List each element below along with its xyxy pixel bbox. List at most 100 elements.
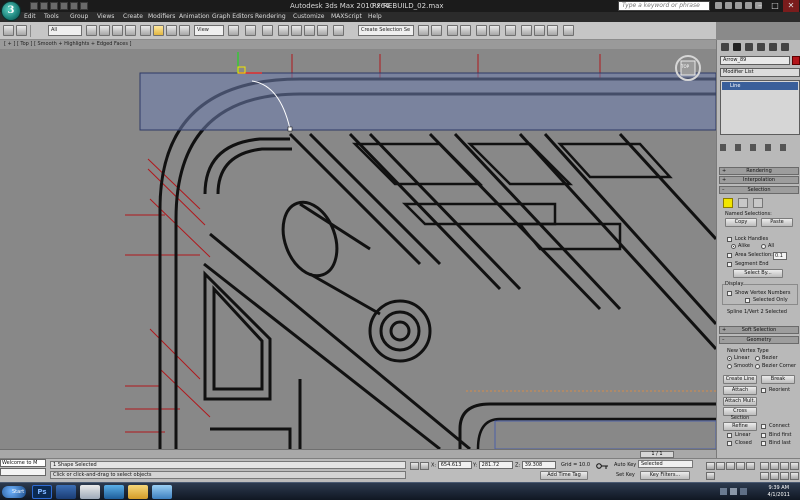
attach-mult-button[interactable]: Attach Mult.: [723, 397, 757, 406]
menu-rendering[interactable]: Rendering: [255, 13, 286, 20]
linear-radio[interactable]: [727, 356, 732, 361]
area-selection-checkbox[interactable]: [727, 253, 732, 258]
cross-section-button[interactable]: Cross Section: [723, 407, 757, 421]
rollout-geometry[interactable]: – Geometry: [719, 336, 799, 344]
select-and-move-icon[interactable]: [153, 25, 164, 36]
bind-first-checkbox[interactable]: [761, 433, 766, 438]
previous-frame-icon[interactable]: [716, 462, 725, 470]
segment-end-checkbox[interactable]: [727, 262, 732, 267]
refine-linear-checkbox[interactable]: [727, 433, 732, 438]
layer-manager-icon[interactable]: [447, 25, 458, 36]
angle-snap-icon[interactable]: [291, 25, 302, 36]
schematic-view-icon[interactable]: [489, 25, 500, 36]
key-filters-button[interactable]: Key Filters...: [640, 471, 690, 480]
percent-snap-icon[interactable]: [304, 25, 315, 36]
key-mode-dropdown[interactable]: Selected: [638, 460, 693, 468]
menu-edit[interactable]: Edit: [24, 13, 36, 20]
rectangular-selection-icon[interactable]: [112, 25, 123, 36]
edit-named-selection-icon[interactable]: [333, 25, 344, 36]
field-of-view-icon[interactable]: [760, 472, 769, 480]
reference-coordinate-dropdown[interactable]: View: [194, 25, 224, 36]
copy-button[interactable]: Copy: [725, 218, 757, 227]
curve-editor-icon[interactable]: [476, 25, 487, 36]
create-line-button[interactable]: Create Line: [723, 375, 757, 384]
remove-modifier-icon[interactable]: [765, 144, 771, 151]
utilities-tab-icon[interactable]: [781, 43, 789, 51]
vertex-level-icon[interactable]: [723, 198, 733, 208]
rollout-soft-selection[interactable]: + Soft Selection: [719, 326, 799, 334]
rollout-interpolation[interactable]: + Interpolation: [719, 176, 799, 184]
close-button[interactable]: ✕: [783, 0, 799, 12]
menu-animation[interactable]: Animation: [179, 13, 210, 20]
z-value-field[interactable]: 39.308: [521, 461, 556, 469]
menu-tools[interactable]: Tools: [44, 13, 59, 20]
maxscript-listener-output[interactable]: [0, 468, 46, 476]
zoom-extents-all-icon[interactable]: [790, 462, 799, 470]
communication-icon[interactable]: [735, 2, 742, 9]
subscription-icon[interactable]: [725, 2, 732, 9]
set-key-button[interactable]: Set Key: [616, 472, 635, 478]
play-icon[interactable]: [726, 462, 735, 470]
open-file-icon[interactable]: [40, 2, 48, 10]
save-file-icon[interactable]: [50, 2, 58, 10]
align-icon[interactable]: [431, 25, 442, 36]
selection-filter-dropdown[interactable]: All: [48, 25, 82, 36]
hierarchy-tab-icon[interactable]: [745, 43, 753, 51]
render-setup-icon[interactable]: [521, 25, 532, 36]
3dsmax-taskbar-icon[interactable]: [56, 485, 76, 499]
maximize-button[interactable]: □: [767, 0, 783, 12]
pan-view-icon[interactable]: [770, 472, 779, 480]
go-to-end-icon[interactable]: [746, 462, 755, 470]
render-production-icon[interactable]: [547, 25, 558, 36]
selected-only-checkbox[interactable]: [745, 298, 750, 303]
zoom-all-icon[interactable]: [770, 462, 779, 470]
select-and-link-icon[interactable]: [140, 25, 151, 36]
smooth-radio[interactable]: [727, 364, 732, 369]
keyboard-shortcut-override-icon[interactable]: [262, 25, 273, 36]
add-time-tag-button[interactable]: Add Time Tag: [540, 471, 588, 480]
orbit-icon[interactable]: [780, 472, 789, 480]
absolute-mode-icon[interactable]: [420, 462, 429, 470]
maximize-viewport-icon[interactable]: [790, 472, 799, 480]
select-object-icon[interactable]: [86, 25, 97, 36]
tray-volume-icon[interactable]: [740, 488, 747, 495]
top-viewport[interactable]: TOP: [0, 49, 716, 449]
time-configuration-icon[interactable]: [706, 472, 715, 480]
select-by-name-icon[interactable]: [99, 25, 110, 36]
explorer-taskbar-icon[interactable]: [128, 485, 148, 499]
bezier-corner-radio[interactable]: [755, 364, 760, 369]
viewport-label[interactable]: [ + ] [ Top ] [ Smooth + Highlights + Ed…: [0, 40, 716, 49]
time-slider[interactable]: 1 / 1: [0, 449, 716, 458]
select-by-button[interactable]: Select By...: [733, 269, 783, 278]
menu-group[interactable]: Group: [70, 13, 88, 20]
bind-last-checkbox[interactable]: [761, 441, 766, 446]
new-file-icon[interactable]: [30, 2, 38, 10]
display-tab-icon[interactable]: [769, 43, 777, 51]
y-value-field[interactable]: 281.72: [478, 461, 513, 469]
menu-create[interactable]: Create: [123, 13, 143, 20]
stack-item-line[interactable]: Line: [722, 82, 798, 90]
rollout-selection[interactable]: – Selection: [719, 186, 799, 194]
menu-modifiers[interactable]: Modifiers: [148, 13, 175, 20]
application-button[interactable]: 3: [1, 1, 21, 21]
closed-checkbox[interactable]: [727, 441, 732, 446]
configure-sets-icon[interactable]: [780, 144, 786, 151]
lock-selection-icon[interactable]: [410, 462, 419, 470]
mirror-icon[interactable]: [418, 25, 429, 36]
tray-clock[interactable]: 9:39 AM 4/1/2011: [768, 485, 790, 499]
menu-customize[interactable]: Customize: [293, 13, 325, 20]
render-teapot-icon[interactable]: [563, 25, 574, 36]
show-end-result-icon[interactable]: [735, 144, 741, 151]
help-search-input[interactable]: Type a keyword or phrase: [618, 1, 710, 11]
select-and-scale-icon[interactable]: [179, 25, 190, 36]
refine-button[interactable]: Refine: [723, 422, 757, 431]
go-to-start-icon[interactable]: [706, 462, 715, 470]
search-icon[interactable]: [715, 2, 722, 9]
create-tab-icon[interactable]: [721, 43, 729, 51]
reorient-checkbox[interactable]: [761, 388, 766, 393]
next-frame-icon[interactable]: [736, 462, 745, 470]
segment-level-icon[interactable]: [738, 198, 748, 208]
tray-flag-icon[interactable]: [730, 488, 737, 495]
attach-button[interactable]: Attach: [723, 386, 757, 395]
time-slider-thumb[interactable]: 1 / 1: [640, 451, 674, 458]
